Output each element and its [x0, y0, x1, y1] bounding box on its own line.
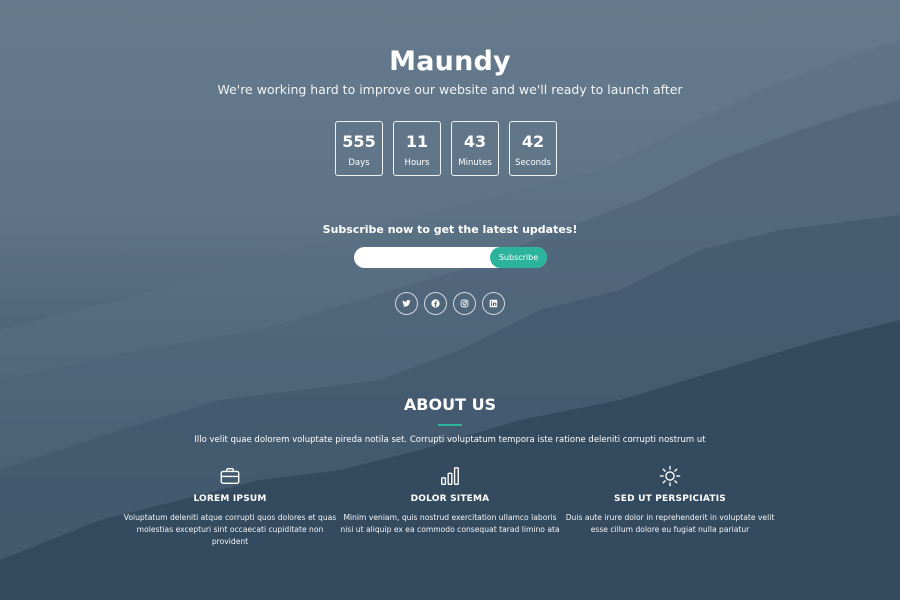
subscribe-button[interactable]: Subscribe	[490, 247, 547, 268]
countdown-label: Hours	[404, 158, 430, 168]
subscribe-title: Subscribe now to get the latest updates!	[322, 223, 578, 236]
sun-icon	[659, 465, 681, 487]
briefcase-icon	[220, 467, 240, 485]
about-description: Illo velit quae dolorem voluptate pireda…	[194, 435, 706, 445]
facebook-link[interactable]	[424, 292, 447, 315]
countdown-minutes: 43 Minutes	[451, 121, 499, 176]
brand-title: Maundy	[389, 46, 511, 77]
subscribe-form: Subscribe	[354, 247, 547, 268]
tagline: We're working hard to improve our websit…	[217, 82, 683, 97]
feature-title: DOLOR SITEMA	[410, 494, 490, 504]
linkedin-icon	[489, 299, 498, 308]
linkedin-link[interactable]	[482, 292, 505, 315]
countdown-value: 43	[463, 132, 487, 151]
email-input[interactable]	[354, 247, 490, 268]
countdown-label: Days	[348, 158, 370, 168]
countdown-value: 42	[521, 132, 545, 151]
countdown-seconds: 42 Seconds	[509, 121, 557, 176]
countdown-label: Seconds	[515, 158, 551, 168]
feature-sed-ut-perspiciatis: SED UT PERSPICIATIS Duis aute irure dolo…	[560, 465, 780, 536]
feature-text: Duis aute irure dolor in reprehenderit i…	[565, 513, 775, 534]
social-links	[395, 292, 505, 315]
countdown-value: 11	[405, 132, 429, 151]
instagram-icon	[460, 299, 469, 308]
countdown-label: Minutes	[458, 158, 492, 168]
facebook-icon	[431, 299, 440, 308]
title-divider	[438, 424, 462, 426]
feature-text: Voluptatum deleniti atque corrupti quos …	[123, 513, 337, 546]
countdown: 555 Days 11 Hours 43 Minutes 42 Seconds	[335, 121, 557, 176]
countdown-hours: 11 Hours	[393, 121, 441, 176]
bar-chart-icon	[441, 467, 459, 485]
instagram-link[interactable]	[453, 292, 476, 315]
countdown-value: 555	[342, 132, 376, 151]
feature-title: LOREM IPSUM	[193, 494, 267, 504]
twitter-icon	[402, 299, 411, 307]
countdown-days: 555 Days	[335, 121, 383, 176]
feature-lorem-ipsum: LOREM IPSUM Voluptatum deleniti atque co…	[120, 465, 340, 548]
about-title: ABOUT US	[403, 395, 497, 414]
feature-dolor-sitema: DOLOR SITEMA Minim veniam, quis nostrud …	[340, 465, 560, 536]
feature-text: Minim veniam, quis nostrud exercitation …	[340, 513, 560, 534]
feature-title: SED UT PERSPICIATIS	[614, 494, 726, 504]
twitter-link[interactable]	[395, 292, 418, 315]
